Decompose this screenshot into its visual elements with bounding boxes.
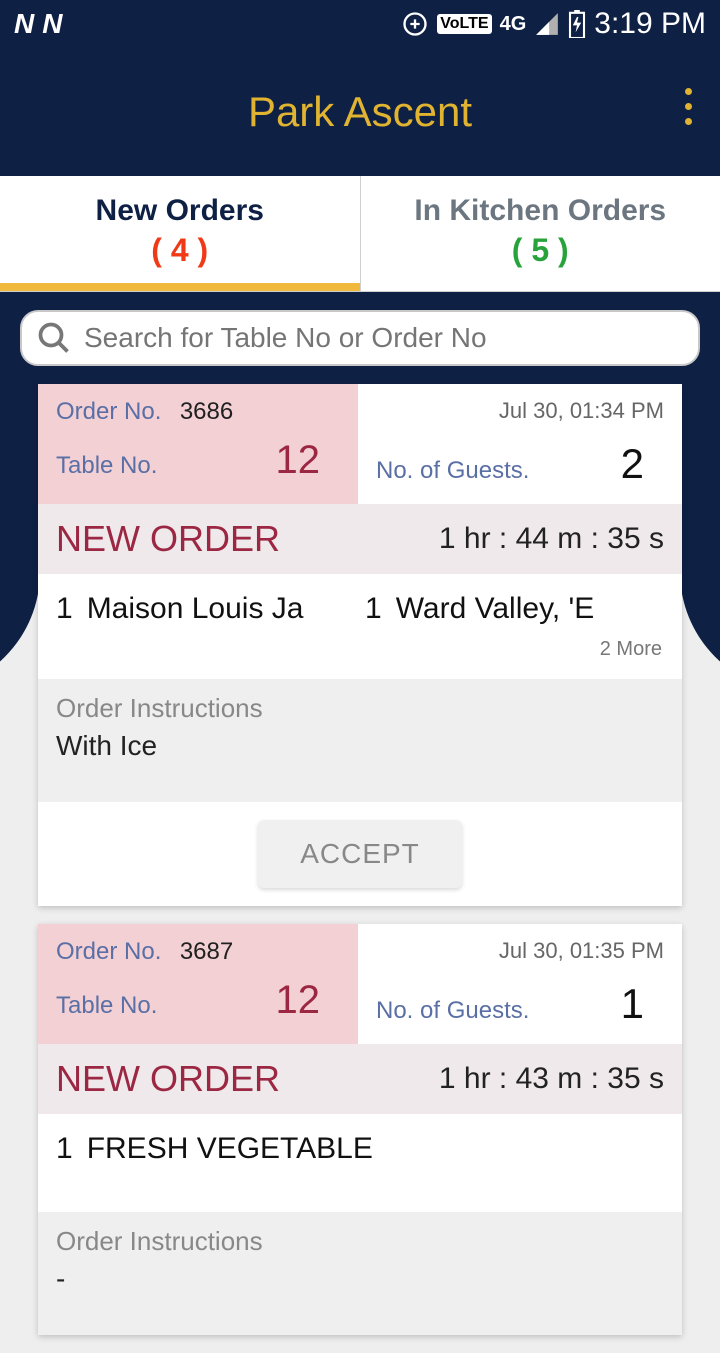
tab-kitchen-orders[interactable]: In Kitchen Orders ( 5 ) [361, 176, 720, 291]
table-no-value: 12 [276, 438, 341, 483]
app-bar: Park Ascent [0, 48, 720, 176]
table-no-label: Table No. [56, 452, 157, 480]
app-title: Park Ascent [248, 88, 472, 136]
more-items-link[interactable]: 2 More [38, 632, 682, 679]
status-bar: N N VoLTE 4G 3:19 PM [0, 0, 720, 48]
n-icon-2: N [42, 8, 60, 40]
volte-badge: VoLTE [437, 14, 491, 34]
guests-label: No. of Guests. [376, 457, 529, 485]
search-icon [36, 320, 72, 356]
order-card[interactable]: Order No. 3687 Table No. 12 Jul 30, 01:3… [38, 924, 682, 1335]
item-name: FRESH VEGETABLE [87, 1132, 373, 1166]
order-item: 1 Maison Louis Ja [56, 592, 355, 626]
guests-value: 2 [621, 440, 664, 488]
item-qty: 1 [56, 1132, 73, 1166]
item-qty: 1 [56, 592, 73, 626]
order-status: NEW ORDER [56, 518, 280, 560]
order-date: Jul 30, 01:34 PM [376, 398, 664, 424]
table-no-value: 12 [276, 978, 341, 1023]
item-name: Ward Valley, 'E [396, 592, 595, 626]
order-item: 1 FRESH VEGETABLE [56, 1132, 664, 1166]
order-status: NEW ORDER [56, 1058, 280, 1100]
search-input[interactable] [84, 322, 684, 354]
network-4g: 4G [500, 13, 527, 36]
n-icon-1: N [14, 8, 32, 40]
instructions-label: Order Instructions [56, 693, 664, 724]
clock: 3:19 PM [594, 7, 706, 41]
item-qty: 1 [365, 592, 382, 626]
overflow-menu-icon[interactable] [685, 88, 692, 125]
order-no-value: 3687 [180, 938, 233, 965]
elapsed-time: 1 hr : 44 m : 35 s [439, 522, 664, 556]
order-item: 1 Ward Valley, 'E [365, 592, 664, 626]
instructions-value: With Ice [56, 730, 664, 762]
tab-label: New Orders [0, 194, 360, 228]
instructions-label: Order Instructions [56, 1226, 664, 1257]
sync-icon [401, 10, 429, 38]
tab-new-orders[interactable]: New Orders ( 4 ) [0, 176, 360, 291]
tab-count: ( 5 ) [361, 232, 720, 269]
order-no-label: Order No. [56, 398, 161, 425]
signal-icon [534, 11, 560, 37]
order-no-value: 3686 [180, 398, 233, 425]
order-no-label: Order No. [56, 938, 161, 965]
order-card[interactable]: Order No. 3686 Table No. 12 Jul 30, 01:3… [38, 384, 682, 906]
guests-value: 1 [621, 980, 664, 1028]
battery-charging-icon [568, 10, 586, 38]
tab-count: ( 4 ) [0, 232, 360, 269]
tabs: New Orders ( 4 ) In Kitchen Orders ( 5 ) [0, 176, 720, 292]
tab-label: In Kitchen Orders [361, 194, 720, 228]
item-name: Maison Louis Ja [87, 592, 304, 626]
search-box[interactable] [20, 310, 700, 366]
table-no-label: Table No. [56, 992, 157, 1020]
accept-button[interactable]: ACCEPT [258, 820, 462, 888]
elapsed-time: 1 hr : 43 m : 35 s [439, 1062, 664, 1096]
guests-label: No. of Guests. [376, 997, 529, 1025]
instructions-value: - [56, 1263, 664, 1295]
order-date: Jul 30, 01:35 PM [376, 938, 664, 964]
